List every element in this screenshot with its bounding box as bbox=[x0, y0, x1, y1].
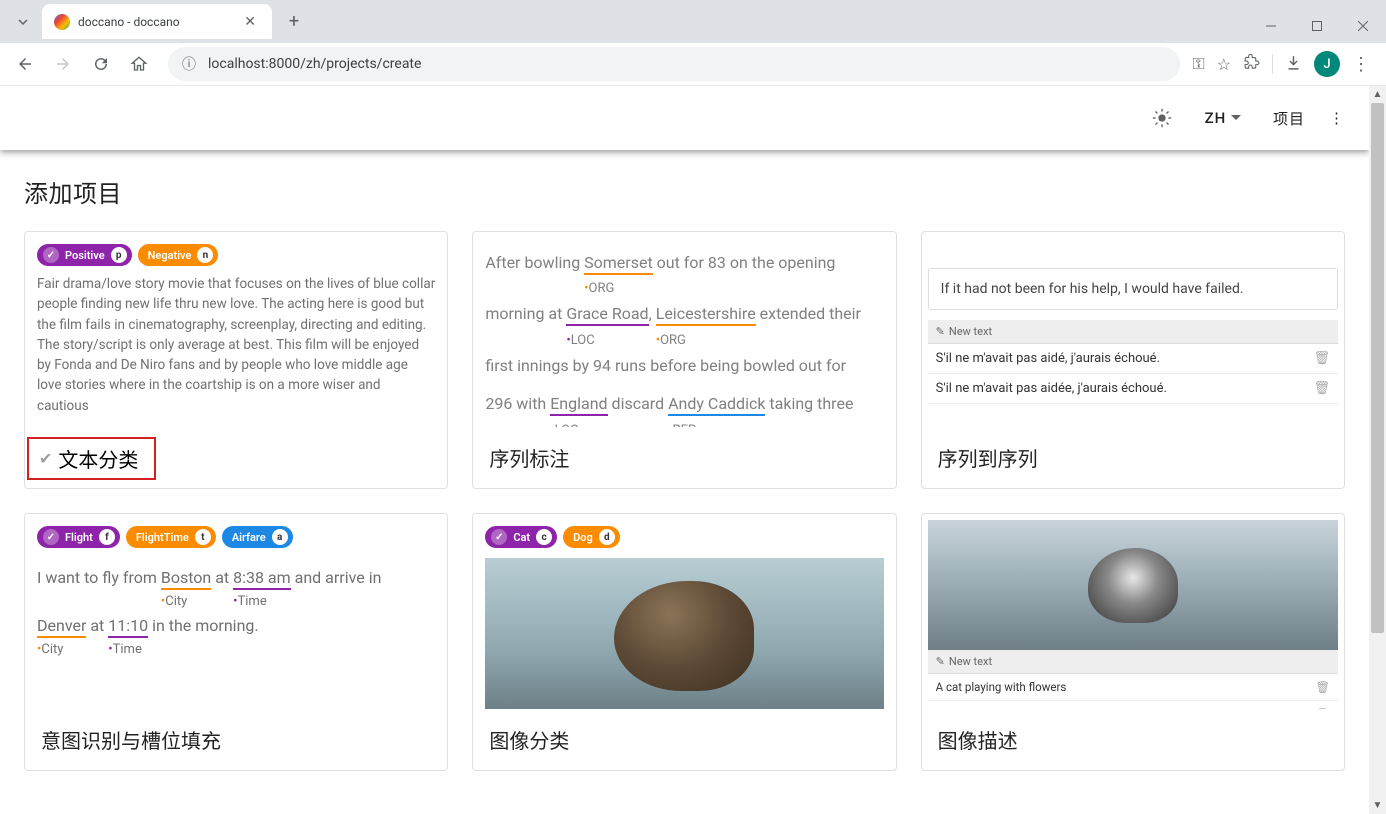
window-controls bbox=[1248, 9, 1386, 43]
chip-negative: Negativen bbox=[138, 244, 219, 266]
preview-image bbox=[928, 520, 1338, 650]
chip-airfare: Airfarea bbox=[222, 526, 293, 548]
check-icon: ✔ bbox=[39, 449, 52, 468]
scroll-down-arrow[interactable]: ▼ bbox=[1369, 797, 1386, 814]
tab-search-dropdown[interactable] bbox=[8, 7, 38, 37]
app-menu-icon[interactable]: ⋮ bbox=[1321, 100, 1353, 136]
card-title: 图像描述 bbox=[938, 725, 1018, 754]
browser-tab[interactable]: doccano - doccano ✕ bbox=[42, 4, 272, 39]
toolbar-divider bbox=[1272, 54, 1273, 74]
selected-card-indicator: ✔ 文本分类 bbox=[27, 437, 156, 480]
vertical-scrollbar[interactable]: ▲ ▼ bbox=[1369, 86, 1386, 814]
forward-button[interactable] bbox=[46, 47, 80, 81]
password-key-icon[interactable]: ⚿ bbox=[1192, 54, 1204, 74]
card-title: 序列到序列 bbox=[938, 443, 1038, 472]
chevron-down-icon bbox=[1231, 115, 1241, 121]
chip-cat: ✓Catc bbox=[485, 526, 557, 548]
caption-row: A flower is blooming on the ground🗑 bbox=[928, 701, 1338, 709]
home-button[interactable] bbox=[122, 47, 156, 81]
address-bar[interactable]: ⓘ localhost:8000/zh/projects/create bbox=[168, 47, 1180, 81]
card-title: 文本分类 bbox=[58, 444, 138, 473]
tab-title: doccano - doccano bbox=[78, 15, 240, 29]
new-text-row: ✎New text bbox=[928, 650, 1338, 674]
delete-icon[interactable]: 🗑 bbox=[1315, 707, 1330, 709]
pencil-icon: ✎ bbox=[936, 325, 945, 338]
page-title: 添加项目 bbox=[24, 174, 1345, 209]
project-type-grid: ✓Positivep Negativen Fair drama/love stor… bbox=[24, 231, 1345, 771]
url-text: localhost:8000/zh/projects/create bbox=[208, 56, 421, 72]
scroll-up-arrow[interactable]: ▲ bbox=[1369, 86, 1386, 103]
language-label: ZH bbox=[1205, 109, 1227, 127]
preview-image bbox=[485, 558, 883, 709]
card-sequence-labeling[interactable]: After bowling Somerset•ORG out for 83 on… bbox=[472, 231, 896, 489]
card-title: 意图识别与槽位填充 bbox=[41, 725, 221, 754]
scrollbar-thumb[interactable] bbox=[1371, 103, 1384, 633]
downloads-icon[interactable] bbox=[1285, 54, 1302, 75]
new-tab-button[interactable]: + bbox=[280, 8, 308, 36]
card-title: 序列标注 bbox=[489, 443, 569, 472]
back-button[interactable] bbox=[8, 47, 42, 81]
reload-button[interactable] bbox=[84, 47, 118, 81]
language-selector[interactable]: ZH bbox=[1189, 100, 1257, 136]
card-intent-slot[interactable]: ✓FlightfFlightTimetAirfarea I want to fl… bbox=[24, 513, 448, 771]
new-text-row: ✎New text bbox=[928, 320, 1338, 344]
chip-flighttime: FlightTimet bbox=[126, 526, 216, 548]
delete-icon[interactable]: 🗑 bbox=[1313, 351, 1330, 366]
card-image-caption[interactable]: ✎New text A cat playing with flowers🗑A f… bbox=[921, 513, 1345, 771]
tab-close-icon[interactable]: ✕ bbox=[240, 12, 260, 32]
source-text: If it had not been for his help, I would… bbox=[928, 268, 1338, 310]
site-info-icon[interactable]: ⓘ bbox=[182, 54, 196, 74]
minimize-button[interactable] bbox=[1248, 9, 1294, 43]
card-seq2seq[interactable]: If it had not been for his help, I would… bbox=[921, 231, 1345, 489]
card-title: 图像分类 bbox=[489, 725, 569, 754]
chip-dog: Dogd bbox=[563, 526, 620, 548]
preview-text: Fair drama/love story movie that focuses… bbox=[37, 274, 435, 416]
extensions-icon[interactable] bbox=[1243, 54, 1260, 75]
chip-flight: ✓Flightf bbox=[37, 526, 120, 548]
browser-tab-strip: doccano - doccano ✕ + bbox=[0, 0, 1386, 43]
main-content: ZH 项目 ⋮ 添加项目 ✓Positivep Negativen Fair dr… bbox=[0, 86, 1369, 814]
chip-positive: ✓Positivep bbox=[37, 244, 132, 266]
close-window-button[interactable] bbox=[1340, 9, 1386, 43]
card-text-classification[interactable]: ✓Positivep Negativen Fair drama/love stor… bbox=[24, 231, 448, 489]
theme-toggle-icon[interactable] bbox=[1135, 100, 1189, 136]
translation-row: S'il ne m'avait pas aidé, j'aurais échou… bbox=[928, 344, 1338, 374]
projects-link[interactable]: 项目 bbox=[1257, 100, 1321, 136]
maximize-button[interactable] bbox=[1294, 9, 1340, 43]
bookmark-star-icon[interactable]: ☆ bbox=[1217, 55, 1231, 74]
browser-nav-bar: ⓘ localhost:8000/zh/projects/create ⚿ ☆ … bbox=[0, 43, 1386, 86]
pencil-icon: ✎ bbox=[936, 655, 945, 668]
delete-icon[interactable]: 🗑 bbox=[1313, 381, 1330, 396]
card-image-classification[interactable]: ✓Catc Dogd 图像分类 bbox=[472, 513, 896, 771]
app-bar: ZH 项目 ⋮ bbox=[0, 86, 1369, 150]
translation-row: S'il ne m'avait pas aidée, j'aurais écho… bbox=[928, 374, 1338, 404]
profile-avatar[interactable]: J bbox=[1314, 51, 1340, 77]
caption-row: A cat playing with flowers🗑 bbox=[928, 674, 1338, 701]
browser-menu-icon[interactable]: ⋮ bbox=[1352, 54, 1370, 75]
delete-icon[interactable]: 🗑 bbox=[1315, 680, 1330, 694]
tab-favicon bbox=[54, 14, 70, 30]
